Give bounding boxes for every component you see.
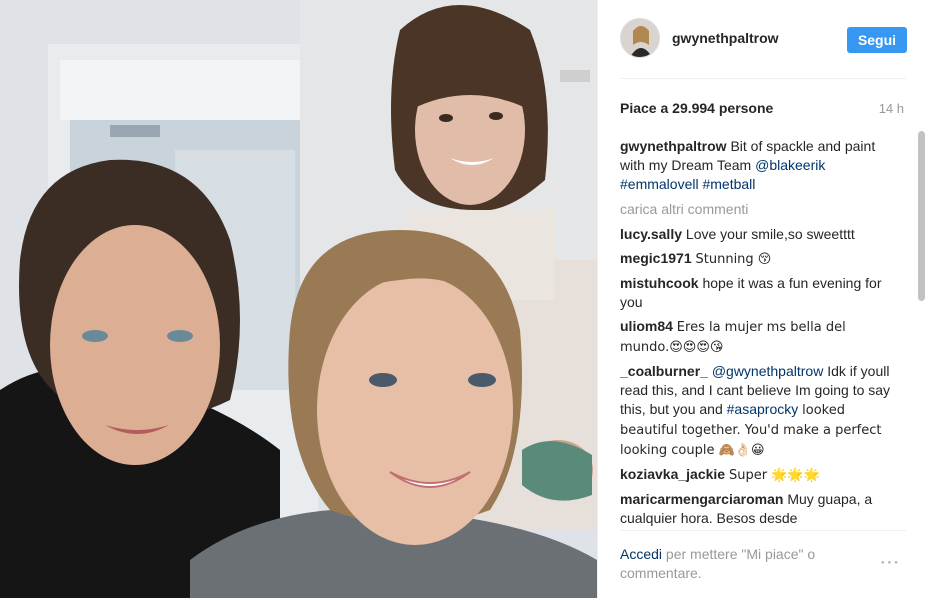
- footer-divider: [620, 530, 906, 531]
- ellipsis-icon[interactable]: ●●●: [881, 560, 901, 566]
- comment-text: Love your smile,so sweetttt: [685, 226, 855, 242]
- comment-username[interactable]: megic1971: [620, 250, 692, 266]
- login-prompt: Accedi per mettere "Mi piace" o commenta…: [620, 545, 860, 583]
- hashtag-links[interactable]: #emmalovell #metball: [620, 176, 755, 192]
- post-sidebar: gwynethpaltrow Segui Piace a 29.994 pers…: [597, 0, 933, 598]
- list-item: koziavka_jackie Super 🌟🌟🌟: [620, 465, 898, 485]
- comment-username[interactable]: maricarmengarciaroman: [620, 491, 783, 507]
- post-photo[interactable]: [0, 0, 597, 598]
- header-divider: [620, 78, 906, 79]
- list-item: uliom84 Eres la mujer ms bella del mundo…: [620, 317, 898, 357]
- comment-username[interactable]: mistuhcook: [620, 275, 699, 291]
- comment-username[interactable]: uliom84: [620, 318, 673, 334]
- load-more-comments-link[interactable]: carica altri commenti: [620, 200, 898, 219]
- comment-text: Stunning 😚: [695, 252, 772, 267]
- follow-button[interactable]: Segui: [847, 27, 907, 53]
- login-link[interactable]: Accedi: [620, 546, 662, 562]
- list-item: megic1971 Stunning 😚: [620, 249, 898, 269]
- mention-link[interactable]: @gwynethpaltrow: [712, 363, 824, 379]
- list-item: mistuhcook hope it was a fun evening for…: [620, 274, 898, 312]
- comment-username[interactable]: koziavka_jackie: [620, 466, 725, 482]
- post-header: gwynethpaltrow Segui: [598, 0, 933, 78]
- avatar[interactable]: [620, 18, 660, 58]
- comment-username[interactable]: _coalburner_: [620, 363, 708, 379]
- list-item: maricarmengarciaroman Muy guapa, a cualq…: [620, 490, 898, 528]
- scrollbar-thumb[interactable]: [918, 131, 925, 301]
- post-image: [0, 0, 597, 598]
- list-item: lucy.sally Love your smile,so sweetttt: [620, 225, 898, 244]
- comment-username[interactable]: lucy.sally: [620, 226, 682, 242]
- post-timestamp[interactable]: 14 h: [879, 101, 904, 116]
- list-item: _coalburner_ @gwynethpaltrow Idk if youl…: [620, 362, 898, 460]
- mention-link[interactable]: @blakeerik: [755, 157, 825, 173]
- caption: gwynethpaltrow Bit of spackle and paint …: [620, 137, 898, 194]
- hashtag-link[interactable]: #asaprocky: [727, 401, 799, 417]
- username-link[interactable]: gwynethpaltrow: [672, 30, 779, 46]
- likes-count[interactable]: Piace a 29.994 persone: [620, 100, 773, 116]
- comment-text: Super 🌟🌟🌟: [728, 468, 820, 483]
- comments-list: gwynethpaltrow Bit of spackle and paint …: [620, 137, 898, 529]
- comment-username[interactable]: gwynethpaltrow: [620, 138, 727, 154]
